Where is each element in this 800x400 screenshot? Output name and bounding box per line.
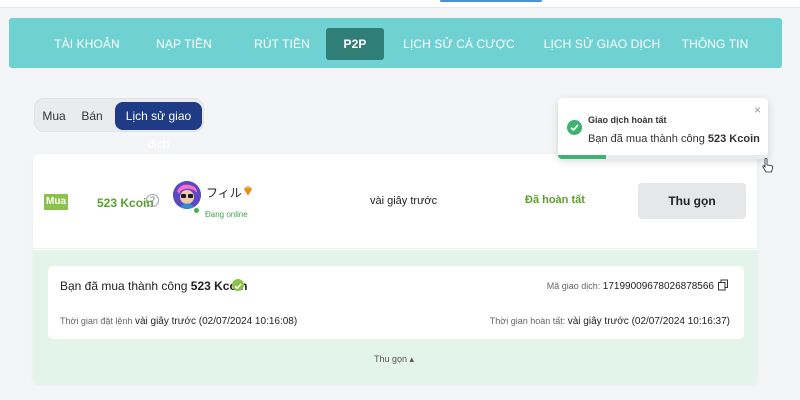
user-name[interactable]: フィル — [206, 184, 242, 201]
toast-check-icon — [567, 120, 582, 135]
txid-label: Mã giao dịch: — [546, 281, 603, 291]
toast-title: Giao dịch hoàn tất — [588, 115, 667, 125]
placed-label: Thời gian đặt lệnh — [60, 316, 135, 326]
top-accent-bar — [440, 0, 542, 2]
toast-message: Bạn đã mua thành công 523 Kcoin — [588, 133, 760, 145]
toast-message-prefix: Bạn đã mua thành công — [588, 133, 708, 145]
user-online-status: Đang online — [205, 210, 248, 219]
completed-label: Thời gian hoàn tất: — [489, 316, 568, 326]
tab-sell[interactable]: Bán — [73, 102, 111, 130]
detail-title: Bạn đã mua thành công 523 Kcoin — [60, 279, 247, 293]
collapse-button[interactable]: Thu gọn — [638, 183, 746, 219]
help-icon[interactable]: ? — [146, 194, 159, 207]
online-status-dot — [193, 207, 200, 214]
order-detail-box: Bạn đã mua thành công 523 Kcoin Mã giao … — [48, 266, 744, 339]
order-completed-time: Thời gian hoàn tất: vài giây trước (02/0… — [490, 316, 730, 327]
tab-buy[interactable]: Mua — [39, 102, 69, 130]
nav-lich-su-giao-dich[interactable]: LỊCH SỬ GIAO DỊCH — [539, 28, 665, 60]
success-toast: Giao dịch hoàn tất Bạn đã mua thành công… — [558, 98, 768, 159]
nav-tai-khoan[interactable]: TÀI KHOẢN — [37, 28, 137, 60]
collapse-link[interactable]: Thu gọn ▴ — [374, 354, 414, 365]
order-placed-time: Thời gian đặt lệnh vài giây trước (02/07… — [60, 316, 297, 327]
check-circle-icon — [232, 279, 244, 291]
nav-rut-tien[interactable]: RÚT TIỀN — [235, 28, 329, 60]
placed-value: vài giây trước (02/07/2024 10:16:08) — [134, 316, 298, 327]
toast-progress-bar — [558, 155, 607, 159]
nav-nap-tien[interactable]: NẠP TIỀN — [137, 28, 231, 60]
order-detail-panel: Bạn đã mua thành công 523 Kcoin Mã giao … — [33, 250, 757, 384]
nav-p2p[interactable]: P2P — [326, 28, 384, 60]
detail-title-prefix: Bạn đã mua thành công — [60, 279, 191, 293]
close-icon[interactable]: × — [754, 104, 761, 116]
transaction-id: Mã giao dịch: 17199009678026878566 — [547, 281, 714, 292]
nav-thong-tin[interactable]: THÔNG TIN — [677, 28, 753, 60]
order-type-badge: Mua — [44, 194, 68, 210]
tab-history[interactable]: Lịch sử giao dịch — [115, 102, 202, 151]
main-nav: TÀI KHOẢN NẠP TIỀN RÚT TIỀN P2P LỊCH SỬ … — [9, 18, 782, 68]
top-strip — [0, 0, 800, 8]
nav-lich-su-ca-cuoc[interactable]: LỊCH SỬ CÁ CƯỢC — [403, 28, 515, 60]
order-status: Đã hoàn tất — [525, 194, 585, 206]
p2p-tab-switch: Mua Bán Lịch sử giao dịch — [34, 98, 204, 151]
order-time-ago: vài giây trước — [370, 195, 438, 207]
order-summary-row: Mua 523 Kcoin ? フィル Đang online vài giây… — [33, 154, 757, 249]
toast-message-amount: 523 Kcoin — [707, 133, 760, 145]
pointer-cursor-icon — [762, 158, 774, 174]
copy-icon[interactable] — [717, 278, 729, 291]
vip-diamond-icon — [242, 184, 254, 202]
avatar — [173, 181, 201, 209]
completed-value: vài giây trước (02/07/2024 10:16:37) — [567, 316, 730, 327]
order-card: Mua 523 Kcoin ? フィル Đang online vài giây… — [33, 154, 757, 384]
txid-value: 17199009678026878566 — [602, 281, 714, 292]
toast-progress-track — [558, 155, 768, 159]
